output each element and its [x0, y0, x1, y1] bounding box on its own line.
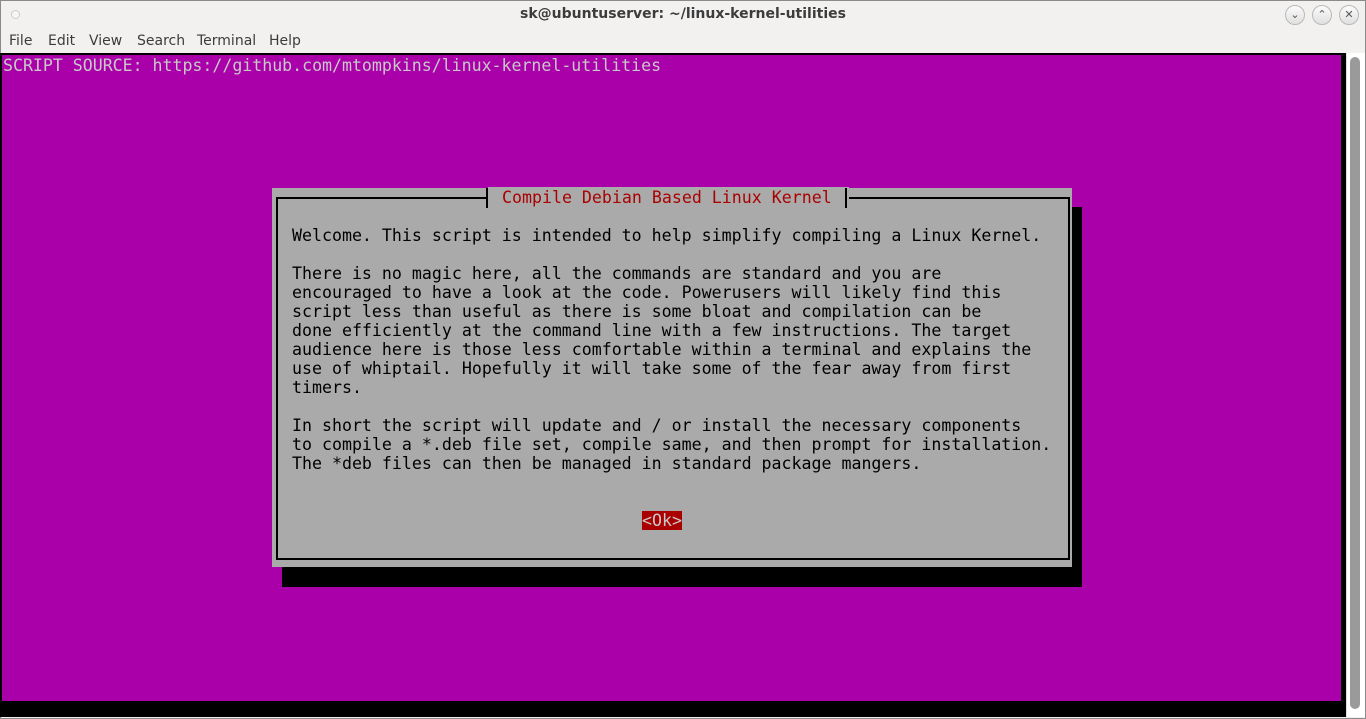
window-title: sk@ubuntuserver: ~/linux-kernel-utilitie…	[520, 6, 846, 22]
dialog-title: Compile Debian Based Linux Kernel	[502, 188, 832, 207]
close-button[interactable]: ✕	[1339, 5, 1359, 25]
script-source-line: SCRIPT SOURCE: https://github.com/mtompk…	[3, 56, 662, 75]
menu-search[interactable]: Search	[137, 33, 185, 49]
menu-terminal[interactable]: Terminal	[197, 33, 256, 49]
ok-button[interactable]: <Ok>	[642, 511, 682, 530]
menu-edit[interactable]: Edit	[48, 33, 75, 49]
dialog-title-divider-left	[486, 188, 488, 208]
menu-help[interactable]: Help	[269, 33, 301, 49]
menu-file[interactable]: File	[9, 33, 32, 49]
dialog-title-divider-right	[845, 188, 847, 208]
dialog-body-text: Welcome. This script is intended to help…	[292, 226, 1052, 473]
menu-bar: File Edit View Search Terminal Help	[1, 29, 1365, 54]
menu-view[interactable]: View	[89, 33, 122, 49]
maximize-button[interactable]: ⌃	[1312, 5, 1332, 25]
title-bar[interactable]: sk@ubuntuserver: ~/linux-kernel-utilitie…	[1, 1, 1365, 29]
minimize-button[interactable]: ⌄	[1285, 5, 1305, 25]
scrollbar-thumb[interactable]	[1350, 57, 1360, 709]
